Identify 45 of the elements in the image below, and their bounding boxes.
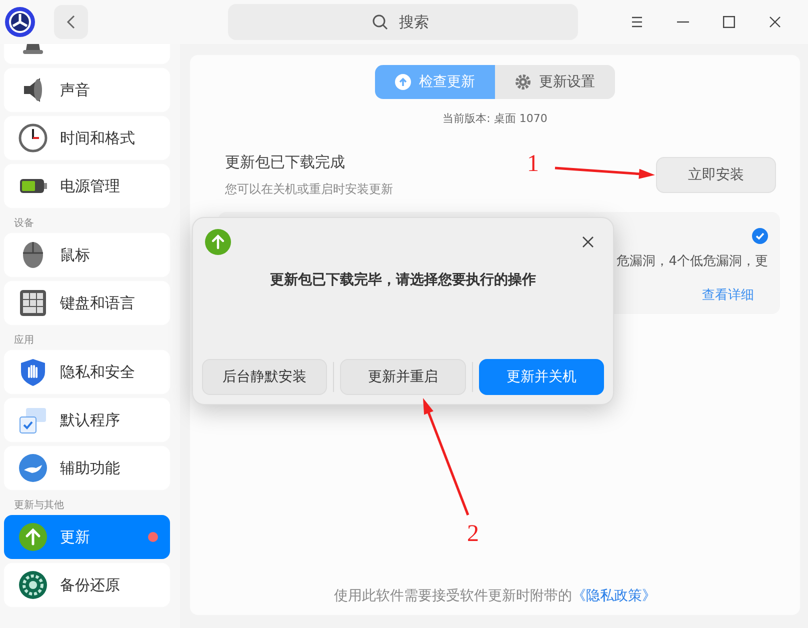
keyboard-icon <box>18 288 48 318</box>
dialog-button[interactable]: 更新并关机 <box>478 359 604 395</box>
sidebar-item[interactable]: 隐私和安全 <box>4 350 170 394</box>
privacy-policy-link[interactable]: 《隐私政策》 <box>572 588 656 604</box>
install-button[interactable]: 立即安装 <box>656 157 776 193</box>
menu-icon[interactable] <box>631 16 643 28</box>
status-subtitle: 您可以在关机或重启时安装更新 <box>225 182 393 196</box>
gear-icon <box>4 6 36 38</box>
sidebar-item[interactable] <box>4 44 170 64</box>
tab[interactable]: 更新设置 <box>495 65 615 99</box>
section-heading: 更新与其他 <box>14 498 65 513</box>
sidebar-item[interactable]: 时间和格式 <box>4 116 170 160</box>
dialog-button[interactable]: 后台静默安装 <box>202 359 328 395</box>
sidebar-item[interactable]: 辅助功能 <box>4 446 170 490</box>
version-text: 当前版本: 桌面 1070 <box>442 111 548 126</box>
status-title: 更新包已下载完成 <box>225 153 345 171</box>
search-field[interactable]: 搜索 <box>228 4 578 40</box>
sidebar-item[interactable]: 鼠标 <box>4 233 170 277</box>
minimize-icon[interactable] <box>677 21 689 23</box>
dialog-message: 更新包已下载完毕，请选择您要执行的操作 <box>269 271 537 289</box>
update-description: 危漏洞，4个低危漏洞，更 <box>616 253 768 270</box>
close-icon[interactable] <box>769 16 781 28</box>
section-heading: 设备 <box>14 217 35 231</box>
maximize-icon[interactable] <box>723 16 735 28</box>
sidebar-item[interactable]: 电源管理 <box>4 164 170 208</box>
close-icon[interactable] <box>582 236 594 248</box>
sidebar-item[interactable]: 声音 <box>4 68 170 112</box>
annotation-label: 2 <box>467 520 479 548</box>
section-heading: 应用 <box>14 334 35 348</box>
sidebar-item[interactable]: 键盘和语言 <box>4 281 170 325</box>
chevron-left-icon <box>66 15 76 29</box>
gear-icon <box>18 570 48 600</box>
shield-icon <box>18 357 48 387</box>
clock-icon <box>18 123 48 153</box>
sidebar-item[interactable]: 备份还原 <box>4 563 170 607</box>
sidebar-item[interactable]: 默认程序 <box>4 398 170 442</box>
sidebar-item[interactable]: 更新 <box>4 515 170 559</box>
footer-text: 使用此软件需要接受软件更新时附带的 <box>334 588 572 604</box>
annotation-label: 1 <box>527 150 539 178</box>
back-button[interactable] <box>54 5 88 39</box>
dialog-button[interactable]: 更新并重启 <box>340 359 466 395</box>
search-icon <box>372 14 388 30</box>
hand-icon <box>18 453 48 483</box>
gear-icon <box>515 74 531 90</box>
windows-icon <box>18 405 48 435</box>
